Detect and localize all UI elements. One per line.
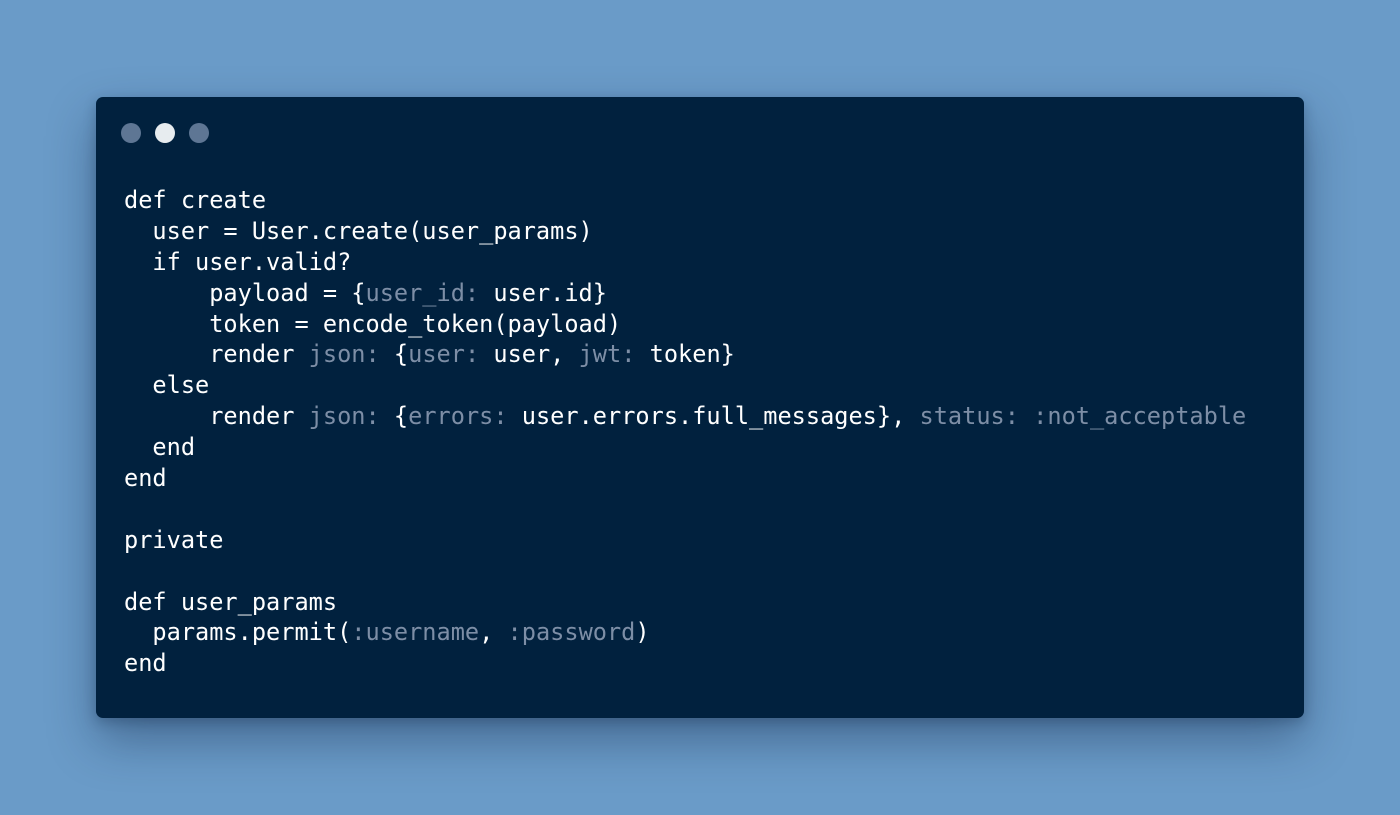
minimize-dot-icon[interactable]: [155, 123, 175, 143]
code-symbol-token: :password: [507, 618, 636, 647]
code-line: render json: {errors: user.errors.full_m…: [124, 401, 1246, 432]
code-key-token: jwt:: [578, 340, 636, 369]
code-line: if user.valid?: [124, 247, 1246, 278]
code-token: render: [124, 340, 309, 369]
code-token: user,: [479, 340, 579, 369]
code-line: else: [124, 370, 1246, 401]
code-block: def create user = User.create(user_param…: [124, 185, 1246, 679]
code-token: end: [124, 649, 167, 678]
code-line: payload = {user_id: user.id}: [124, 278, 1246, 309]
code-token: {: [379, 340, 409, 369]
code-line: def user_params: [124, 587, 1246, 618]
code-line: params.permit(:username, :password): [124, 617, 1246, 648]
code-key-token: user_id:: [365, 278, 480, 307]
code-line: token = encode_token(payload): [124, 309, 1246, 340]
code-token: private: [124, 525, 224, 554]
code-token: def create: [124, 186, 267, 214]
code-window: def create user = User.create(user_param…: [96, 97, 1304, 718]
code-symbol-token: :not_acceptable: [1033, 402, 1247, 431]
code-token: ): [635, 618, 650, 647]
code-key-token: json:: [308, 402, 380, 431]
code-token: def user_params: [124, 587, 338, 616]
close-dot-icon[interactable]: [121, 123, 141, 143]
code-token: token}: [635, 340, 735, 369]
code-line: end: [124, 463, 1246, 494]
code-line: private: [124, 525, 1246, 556]
code-token: user.id}: [479, 278, 607, 307]
code-token: user = User.create(user_params): [124, 216, 593, 245]
code-token: user.errors.full_messages},: [507, 402, 920, 431]
code-key-token: json:: [308, 340, 380, 369]
code-line: def create: [124, 185, 1246, 216]
code-token: token = encode_token(payload): [124, 309, 622, 338]
code-token: end: [124, 433, 196, 462]
code-line: user = User.create(user_params): [124, 216, 1246, 247]
code-token: end: [124, 464, 167, 493]
code-token: else: [124, 371, 210, 400]
code-token: if user.valid?: [124, 247, 352, 276]
code-token: payload = {: [124, 278, 366, 307]
code-line: end: [124, 648, 1246, 679]
code-token: params.permit(: [124, 618, 352, 647]
maximize-dot-icon[interactable]: [189, 123, 209, 143]
code-key-token: user:: [408, 340, 480, 369]
code-line: end: [124, 432, 1246, 463]
code-token: {: [379, 402, 409, 431]
code-line: render json: {user: user, jwt: token}: [124, 339, 1246, 370]
code-symbol-token: :username: [351, 618, 480, 647]
code-key-token: status:: [919, 402, 1019, 431]
code-token: ,: [479, 618, 508, 647]
code-key-token: errors:: [408, 402, 508, 431]
code-token: render: [124, 402, 309, 431]
window-controls: [121, 123, 223, 143]
